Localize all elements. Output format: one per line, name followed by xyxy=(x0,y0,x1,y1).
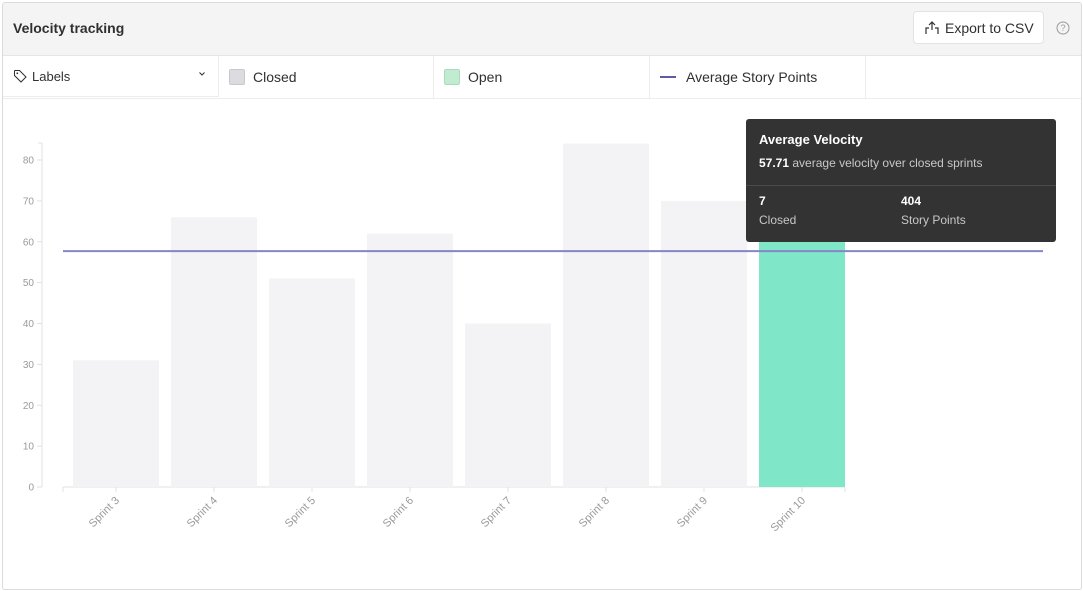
y-tick-label: 0 xyxy=(28,483,34,494)
y-tick-label: 20 xyxy=(23,401,35,412)
y-tick-label: 50 xyxy=(23,278,35,289)
bar-sprint-9 xyxy=(661,200,747,487)
y-tick-label: 10 xyxy=(23,442,35,453)
tooltip-average-desc: average velocity over closed sprints xyxy=(792,156,983,170)
bar-sprint-7 xyxy=(465,323,551,487)
x-tick-label: Sprint 10 xyxy=(769,495,809,535)
x-tick-label: Sprint 8 xyxy=(577,495,612,530)
y-tick-label: 80 xyxy=(23,156,35,167)
bar-sprint-6 xyxy=(367,233,453,487)
tooltip-title: Average Velocity xyxy=(759,132,863,147)
tooltip-points-count: 404 xyxy=(901,194,922,208)
bar-sprint-3 xyxy=(73,360,159,487)
y-tick-label: 30 xyxy=(23,360,35,371)
velocity-panel: Velocity tracking Export to CSV ? Labels xyxy=(2,2,1082,590)
x-tick-label: Sprint 9 xyxy=(675,495,710,530)
tooltip-closed-label: Closed xyxy=(759,213,797,227)
bar-sprint-5 xyxy=(269,278,355,487)
x-tick-label: Sprint 6 xyxy=(381,495,416,530)
tooltip-points-label: Story Points xyxy=(901,213,966,227)
tooltip-divider xyxy=(746,185,1056,186)
x-tick-label: Sprint 4 xyxy=(185,495,220,530)
y-tick-label: 40 xyxy=(23,319,35,330)
average-velocity-tooltip: Average Velocity 57.71 average velocity … xyxy=(746,119,1056,242)
tooltip-subtitle: 57.71 average velocity over closed sprin… xyxy=(759,156,982,170)
y-tick-label: 60 xyxy=(23,237,35,248)
bar-sprint-4 xyxy=(171,217,257,487)
x-tick-label: Sprint 3 xyxy=(87,495,122,530)
x-tick-label: Sprint 7 xyxy=(479,495,514,530)
tooltip-average-value: 57.71 xyxy=(759,156,790,170)
y-tick-label: 70 xyxy=(23,196,35,207)
velocity-chart: 0 10 20 30 40 50 60 70 80 Sprint 3 Sprint 4 Sprint … xyxy=(23,142,1043,535)
tooltip-closed-count: 7 xyxy=(759,194,766,208)
bar-sprint-10 xyxy=(759,217,845,487)
bar-sprint-8 xyxy=(563,143,649,487)
x-tick-label: Sprint 5 xyxy=(283,495,318,530)
